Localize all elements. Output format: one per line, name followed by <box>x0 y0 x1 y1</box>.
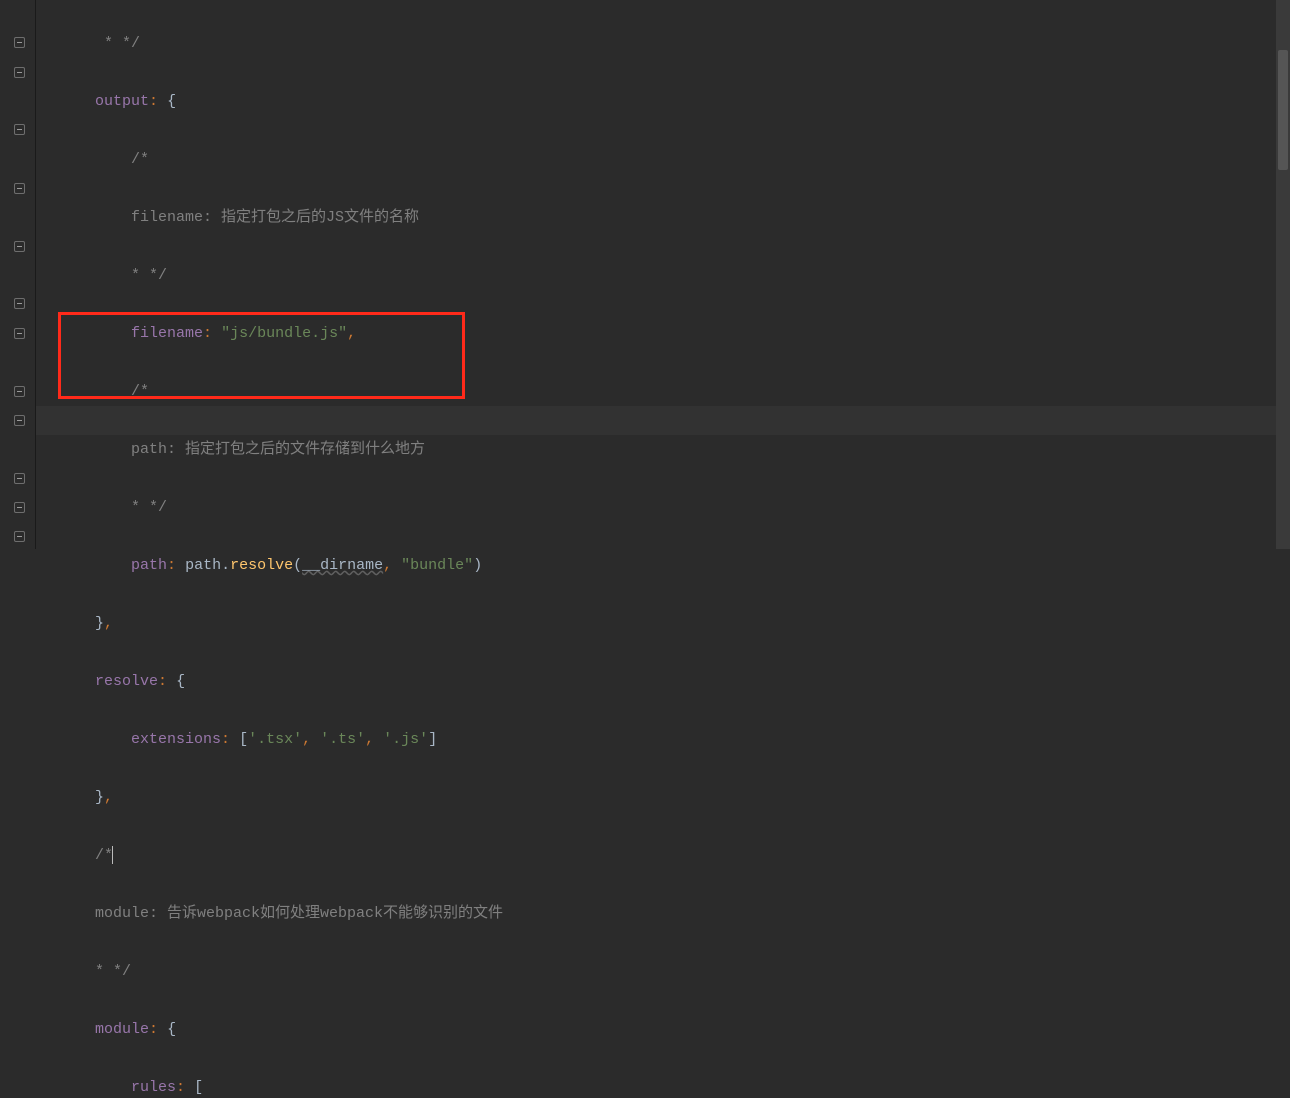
code-line[interactable]: * */ <box>68 493 1290 522</box>
code-line[interactable]: filename: "js/bundle.js", <box>68 319 1290 348</box>
scrollbar-thumb[interactable] <box>1278 50 1288 170</box>
comment-close: * */ <box>131 499 167 516</box>
colon: : <box>203 325 212 342</box>
property-key: resolve <box>95 673 158 690</box>
string-literal: "js/bundle.js" <box>221 325 347 342</box>
comma: , <box>347 325 356 342</box>
string-literal: '.ts' <box>320 731 365 748</box>
text-cursor <box>112 846 113 864</box>
code-line[interactable]: }, <box>68 609 1290 638</box>
code-line[interactable]: * */ <box>68 261 1290 290</box>
bracket-close: ] <box>428 731 437 748</box>
brace-open: { <box>176 673 185 690</box>
colon: : <box>149 1021 158 1038</box>
string-literal: '.js' <box>383 731 428 748</box>
fold-marker-icon[interactable] <box>14 328 25 339</box>
comment-text: path: 指定打包之后的文件存储到什么地方 <box>131 441 425 458</box>
code-line[interactable]: filename: 指定打包之后的JS文件的名称 <box>68 203 1290 232</box>
brace-open: { <box>167 93 176 110</box>
parameter: __dirname <box>302 557 383 574</box>
code-line[interactable]: * */ <box>68 29 1290 58</box>
string-literal: '.tsx' <box>248 731 302 748</box>
code-editor[interactable]: * */ output: { /* filename: 指定打包之后的JS文件的… <box>0 0 1290 549</box>
code-line[interactable]: path: 指定打包之后的文件存储到什么地方 <box>68 435 1290 464</box>
code-line[interactable]: /* <box>68 145 1290 174</box>
comment-close: * */ <box>95 963 131 980</box>
colon: : <box>221 731 230 748</box>
colon: : <box>149 93 158 110</box>
property-key: output <box>95 93 149 110</box>
brace-close: } <box>95 789 104 806</box>
fold-marker-icon[interactable] <box>14 502 25 513</box>
gutter <box>0 0 36 549</box>
fold-marker-icon[interactable] <box>14 386 25 397</box>
brace-close: } <box>95 615 104 632</box>
comment-text: filename: 指定打包之后的JS文件的名称 <box>131 209 419 226</box>
colon: : <box>176 1079 185 1096</box>
code-content[interactable]: * */ output: { /* filename: 指定打包之后的JS文件的… <box>36 0 1290 549</box>
fold-marker-icon[interactable] <box>14 37 25 48</box>
code-line[interactable]: }, <box>68 783 1290 812</box>
code-line[interactable]: module: 告诉webpack如何处理webpack不能够识别的文件 <box>68 899 1290 928</box>
comment-text: module: 告诉webpack如何处理webpack不能够识别的文件 <box>95 905 503 922</box>
identifier: path <box>185 557 221 574</box>
comma: , <box>104 615 113 632</box>
property-key: rules <box>131 1079 176 1096</box>
scrollbar-vertical[interactable] <box>1276 0 1290 549</box>
fold-marker-icon[interactable] <box>14 183 25 194</box>
fold-marker-icon[interactable] <box>14 473 25 484</box>
code-line[interactable]: rules: [ <box>68 1073 1290 1098</box>
code-line[interactable]: resolve: { <box>68 667 1290 696</box>
code-line[interactable]: * */ <box>68 957 1290 986</box>
code-line[interactable]: /* <box>68 377 1290 406</box>
code-line[interactable]: output: { <box>68 87 1290 116</box>
dot: . <box>221 557 230 574</box>
colon: : <box>158 673 167 690</box>
comment-text: * */ <box>104 35 140 52</box>
property-key: filename <box>131 325 203 342</box>
property-key: extensions <box>131 731 221 748</box>
colon: : <box>167 557 176 574</box>
code-line[interactable]: path: path.resolve(__dirname, "bundle") <box>68 551 1290 580</box>
comment-close: * */ <box>131 267 167 284</box>
comma: , <box>383 557 392 574</box>
fold-marker-icon[interactable] <box>14 415 25 426</box>
property-key: path <box>131 557 167 574</box>
comma: , <box>104 789 113 806</box>
fold-marker-icon[interactable] <box>14 67 25 78</box>
comma: , <box>302 731 311 748</box>
bracket-open: [ <box>194 1079 203 1096</box>
method-call: resolve <box>230 557 293 574</box>
comment-open: /* <box>95 847 113 864</box>
paren-open: ( <box>293 557 302 574</box>
code-line[interactable]: extensions: ['.tsx', '.ts', '.js'] <box>68 725 1290 754</box>
fold-marker-icon[interactable] <box>14 124 25 135</box>
fold-marker-icon[interactable] <box>14 298 25 309</box>
comma: , <box>365 731 374 748</box>
paren-close: ) <box>473 557 482 574</box>
string-literal: "bundle" <box>401 557 473 574</box>
comment-open: /* <box>131 383 149 400</box>
property-key: module <box>95 1021 149 1038</box>
bracket-open: [ <box>239 731 248 748</box>
fold-marker-icon[interactable] <box>14 531 25 542</box>
code-line[interactable]: /* <box>68 841 1290 870</box>
brace-open: { <box>167 1021 176 1038</box>
comment-open: /* <box>131 151 149 168</box>
fold-marker-icon[interactable] <box>14 241 25 252</box>
code-line[interactable]: module: { <box>68 1015 1290 1044</box>
